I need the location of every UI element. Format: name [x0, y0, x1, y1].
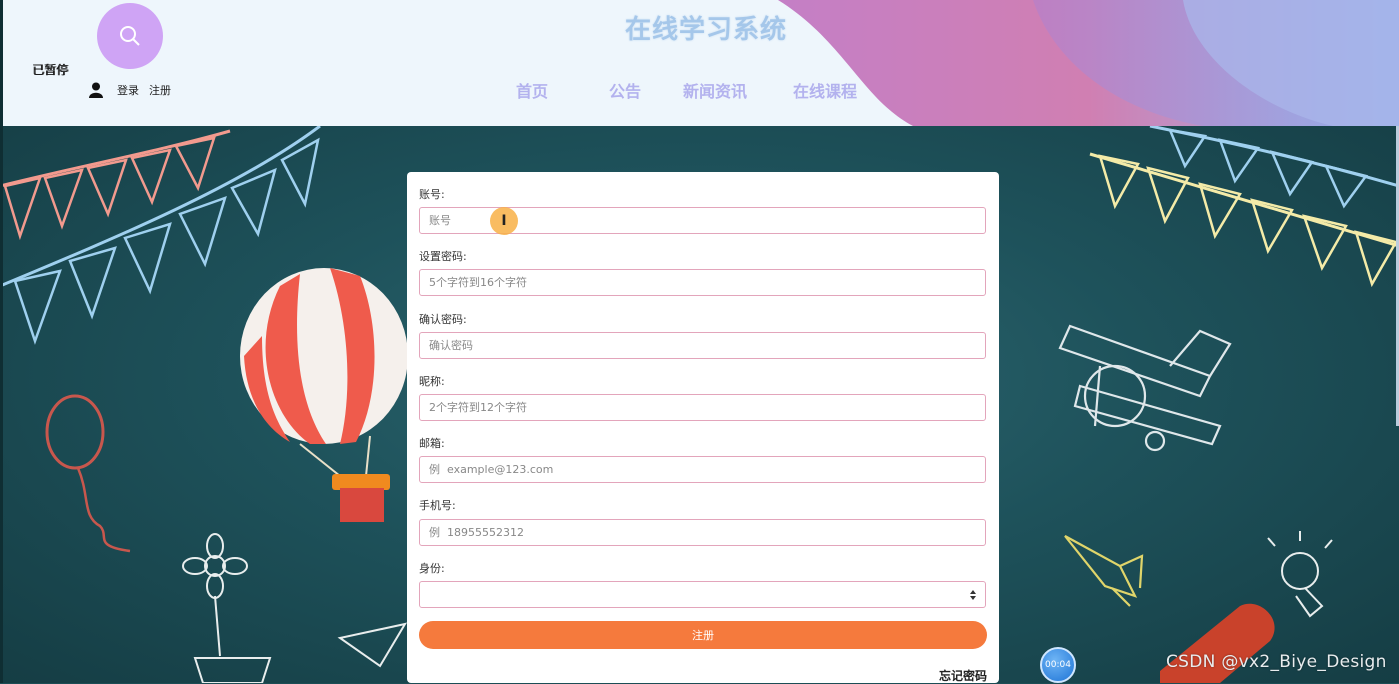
- nav-online-courses[interactable]: 在线课程: [793, 78, 857, 102]
- search-icon: [120, 26, 140, 46]
- password-input[interactable]: [419, 269, 986, 296]
- nav-announcements[interactable]: 公告: [609, 78, 641, 102]
- watermark: CSDN @vx2_Biye_Design: [1166, 652, 1387, 672]
- phone-label: 手机号:: [419, 499, 456, 512]
- nickname-label: 昵称:: [419, 375, 445, 388]
- password-label: 设置密码:: [419, 250, 467, 263]
- email-input[interactable]: [419, 456, 986, 483]
- window-left-edge: [0, 0, 3, 683]
- text-cursor-indicator: I: [490, 207, 518, 235]
- nickname-input[interactable]: [419, 394, 986, 421]
- account-label: 账号:: [419, 188, 445, 201]
- search-button[interactable]: [97, 3, 163, 69]
- register-submit-button[interactable]: 注册: [419, 621, 987, 649]
- site-header: 已暂停 登录 注册 在线学习系统 首页 公告 新闻资讯 在线课程: [3, 0, 1399, 126]
- forgot-password-link[interactable]: 忘记密码: [939, 667, 987, 684]
- recording-timer: 00:04: [1040, 647, 1076, 683]
- confirm-password-input[interactable]: [419, 332, 986, 359]
- paused-label: 已暂停: [32, 63, 69, 77]
- phone-input[interactable]: [419, 519, 986, 546]
- select-arrows-icon: [970, 590, 976, 600]
- role-select[interactable]: [419, 581, 986, 608]
- site-title: 在线学习系统: [625, 15, 788, 45]
- email-label: 邮箱:: [419, 437, 445, 450]
- role-label: 身份:: [419, 562, 445, 575]
- nav-home[interactable]: 首页: [516, 78, 548, 102]
- nav-news[interactable]: 新闻资讯: [683, 78, 747, 102]
- register-form: 账号: 设置密码: 确认密码: 昵称: 邮箱: 手机号: 身份: 注册 忘记密码: [407, 172, 999, 683]
- confirm-password-label: 确认密码:: [419, 313, 467, 326]
- main-nav: 首页 公告 新闻资讯 在线课程: [3, 78, 1399, 102]
